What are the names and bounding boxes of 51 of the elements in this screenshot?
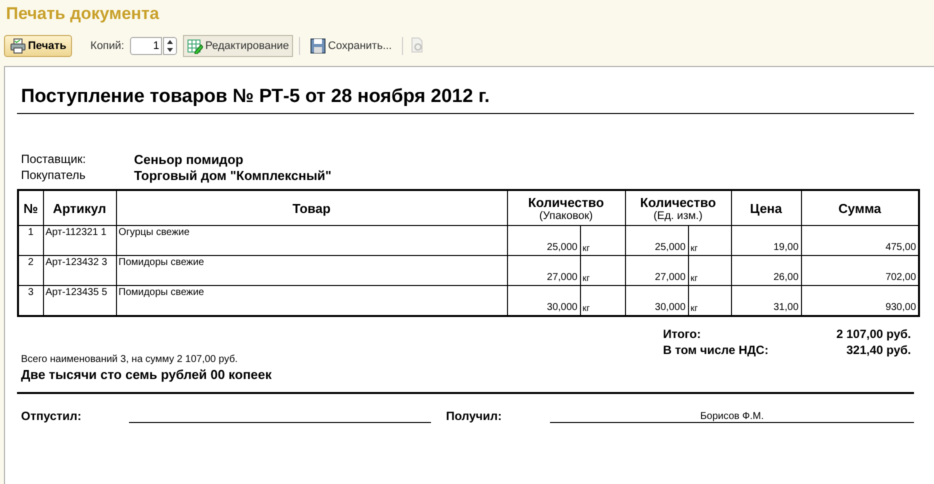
column-header: Артикул [43, 190, 116, 226]
document-title: Поступление товаров № РТ-5 от 28 ноября 2012 г. [20, 85, 491, 109]
copies-field[interactable]: 1 [130, 37, 162, 55]
table-cell: 25,000 [625, 226, 688, 256]
table-cell: Помидоры свежие [116, 286, 507, 316]
table-cell: кг [580, 286, 626, 316]
signature-label: Получил: [446, 409, 503, 423]
table-cell: 26,00 [731, 256, 802, 286]
table-pencil-icon [187, 38, 204, 54]
printer-icon [10, 38, 26, 54]
column-header: № [18, 190, 43, 226]
column-subheader: (Ед. изм.) [652, 210, 704, 222]
table-cell: Арт-123435 5 [43, 286, 116, 316]
window-title: Печать документа [5, 3, 160, 25]
column-header: Количество [639, 194, 717, 210]
table-cell: 19,00 [731, 226, 802, 256]
table-cell: кг [688, 286, 732, 316]
table-cell: 25,000 [507, 226, 580, 256]
party-label: Покупатель [21, 168, 86, 183]
table-cell: кг [580, 256, 626, 286]
total-value: 2 107,00 руб. [835, 327, 911, 341]
total-value: 321,40 руб. [845, 343, 911, 357]
table-cell: 2 [18, 256, 43, 286]
total-label: В том числе НДС: [663, 343, 770, 357]
column-header: Количество [527, 194, 605, 210]
column-header: Товар [116, 190, 507, 226]
table-cell: Арт-112321 1 [43, 226, 116, 256]
spinner-arrows-icon[interactable] [163, 37, 178, 55]
signature-label: Отпустил: [21, 409, 82, 423]
table-cell: 1 [18, 226, 43, 256]
party-name: Сеньор помидор [134, 152, 244, 167]
amount-in-words: Две тысячи сто семь рублей 00 копеек [20, 366, 273, 384]
table-cell: кг [688, 226, 732, 256]
column-header: Цена [731, 190, 802, 226]
edit-button[interactable]: Редактирование [183, 35, 294, 57]
table-cell: 27,000 [625, 256, 688, 286]
table-cell: кг [580, 226, 626, 256]
summary-text: Всего наименований 3, на сумму 2 107,00 руб. [20, 354, 239, 365]
table-cell: Помидоры свежие [116, 256, 507, 286]
table-cell: 27,000 [507, 256, 580, 286]
table-cell: Огурцы свежие [116, 226, 507, 256]
save-button[interactable]: Сохранить... [306, 35, 396, 57]
print-button[interactable]: Печать [4, 35, 72, 57]
signer-name: Борисов Ф.М. [700, 411, 764, 422]
total-label: Итого: [663, 327, 702, 341]
column-subheader: (Упаковок) [538, 210, 594, 222]
party-name: Торговый дом "Комплексный" [134, 168, 332, 183]
table-cell: Арт-123432 3 [43, 256, 116, 286]
table-cell: кг [688, 256, 732, 286]
party-label: Поставщик: [21, 152, 87, 167]
copies-label: Копий: [90, 40, 124, 52]
